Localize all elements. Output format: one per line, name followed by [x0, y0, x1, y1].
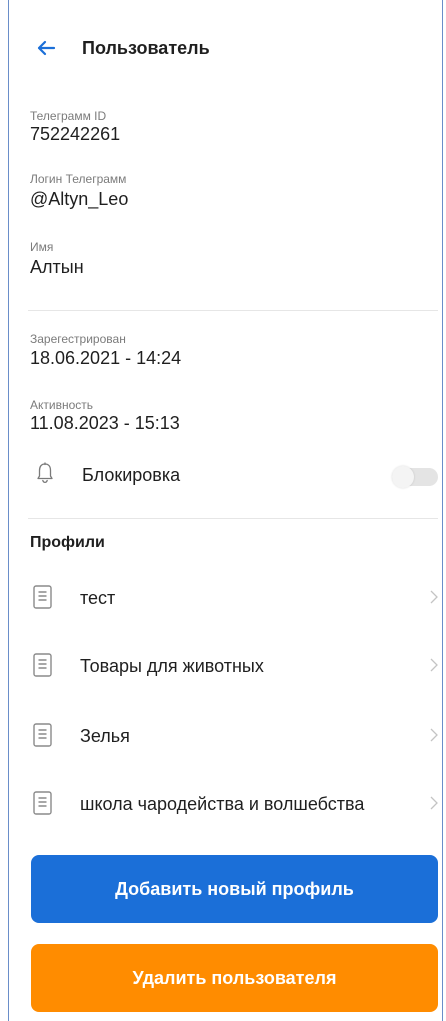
block-label: Блокировка	[82, 465, 181, 485]
frame-border-right	[442, 0, 443, 1021]
profile-name: тест	[80, 588, 116, 608]
chevron-right-icon	[430, 658, 438, 677]
profile-name: Зелья	[80, 726, 130, 746]
chevron-right-icon	[430, 728, 438, 747]
activity-label: Активность	[30, 398, 94, 412]
profile-item[interactable]: школа чародейства и волшебства	[28, 776, 440, 836]
page-title: Пользователь	[82, 38, 210, 58]
document-icon	[32, 790, 54, 821]
document-icon	[32, 652, 54, 683]
add-profile-button[interactable]: Добавить новый профиль	[31, 855, 438, 923]
profile-item[interactable]: тест	[28, 570, 440, 630]
bell-icon	[36, 462, 54, 489]
profile-item[interactable]: Товары для животных	[28, 638, 440, 698]
profile-name: Товары для животных	[80, 656, 264, 676]
activity-value: 11.08.2023 - 15:13	[30, 413, 180, 433]
toggle-knob	[392, 466, 414, 488]
name-value: Алтын	[30, 257, 84, 277]
telegram-id-value: 752242261	[30, 124, 121, 144]
back-button[interactable]	[32, 34, 60, 62]
profile-item[interactable]: Зелья	[28, 708, 440, 768]
telegram-id-label: Телеграмм ID	[30, 109, 107, 123]
document-icon	[32, 584, 54, 615]
telegram-login-value: @Altyn_Leo	[30, 189, 129, 209]
registered-value: 18.06.2021 - 14:24	[30, 348, 182, 368]
profiles-title: Профили	[30, 534, 105, 551]
chevron-right-icon	[430, 590, 438, 609]
chevron-right-icon	[430, 796, 438, 815]
document-icon	[32, 722, 54, 753]
name-label: Имя	[30, 240, 54, 254]
divider	[28, 518, 438, 519]
delete-user-button[interactable]: Удалить пользователя	[31, 944, 438, 1012]
block-toggle[interactable]	[392, 466, 438, 488]
profile-name: школа чародейства и волшебства	[80, 794, 365, 814]
telegram-login-label: Логин Телеграмм	[30, 172, 127, 186]
registered-label: Зарегестрирован	[30, 332, 126, 346]
divider	[28, 310, 438, 311]
frame-border-left	[8, 0, 9, 1021]
back-arrow-icon	[37, 40, 56, 56]
